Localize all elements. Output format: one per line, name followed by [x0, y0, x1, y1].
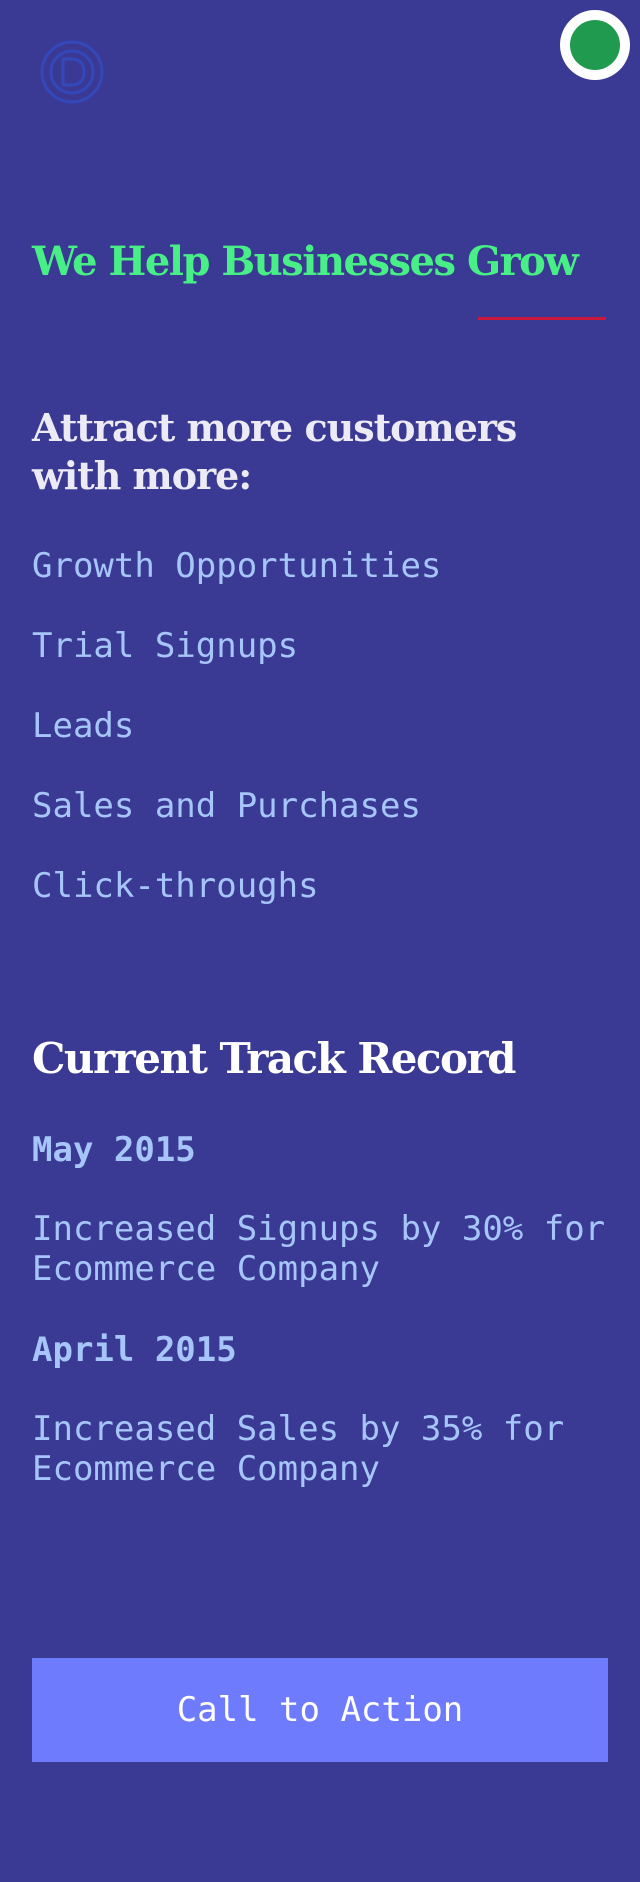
record-description: Increased Signups by 30% for Ecommerce C…	[32, 1209, 606, 1289]
status-indicator-dot	[570, 20, 620, 70]
benefit-item: Growth Opportunities	[32, 546, 442, 586]
benefits-title: Attract more customers with more:	[32, 405, 517, 498]
benefit-item: Leads	[32, 706, 135, 746]
logo-icon[interactable]	[40, 40, 104, 104]
headline-underline	[478, 317, 606, 320]
record-description: Increased Sales by 35% for Ecommerce Com…	[32, 1409, 565, 1489]
benefit-item: Click-throughs	[32, 866, 319, 906]
benefit-item: Trial Signups	[32, 626, 299, 666]
call-to-action-button[interactable]: Call to Action	[32, 1658, 608, 1762]
record-date: April 2015	[32, 1330, 237, 1370]
page-headline: We Help Businesses Grow	[32, 238, 579, 285]
benefit-item: Sales and Purchases	[32, 786, 421, 826]
status-indicator[interactable]	[560, 10, 630, 80]
benefits-list: Growth Opportunities Trial Signups Leads…	[32, 538, 441, 938]
record-date: May 2015	[32, 1130, 196, 1170]
track-record-title: Current Track Record	[32, 1034, 517, 1083]
